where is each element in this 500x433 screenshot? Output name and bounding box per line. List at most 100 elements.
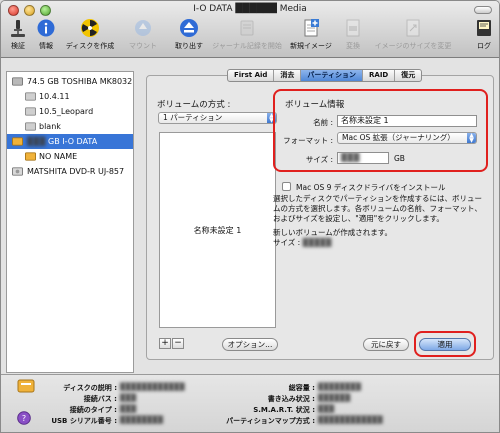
- convert-icon: [346, 19, 360, 37]
- burn-button[interactable]: ディスクを作成: [62, 18, 118, 56]
- disk-item-toshiba[interactable]: 74.5 GB TOSHIBA MK8032...: [7, 74, 133, 89]
- tab-erase[interactable]: 消去: [274, 70, 302, 81]
- disk-status-bar: ? ディスクの説明 : ████████████ 接続バス : ███ 接続のタ…: [1, 374, 499, 432]
- resize-image-icon: [406, 19, 420, 37]
- verify-button[interactable]: 検証: [5, 18, 31, 56]
- new-image-icon: [304, 19, 319, 37]
- tab-restore[interactable]: 復元: [395, 70, 421, 81]
- revert-button[interactable]: 元に戻す: [363, 338, 409, 351]
- eject-button[interactable]: 取り出す: [169, 18, 209, 56]
- disk-item-dvd-drive[interactable]: MATSHITA DVD-R UJ-857: [7, 164, 133, 179]
- new-image-button[interactable]: 新規イメージ: [288, 18, 334, 56]
- convert-label: 変換: [346, 42, 360, 50]
- new-volume-size-label: サイズ :: [273, 238, 301, 247]
- capacity-label: 総容量 :: [288, 384, 315, 392]
- tab-raid[interactable]: RAID: [363, 70, 396, 81]
- disk-description-value: ████████████: [120, 383, 185, 391]
- burn-icon: [81, 19, 99, 37]
- microscope-icon: [11, 20, 25, 37]
- burn-label: ディスクを作成: [65, 42, 115, 50]
- write-status-value: ██████: [318, 394, 351, 402]
- options-button[interactable]: オプション...: [222, 338, 278, 351]
- volume-info-title: ボリューム情報: [285, 100, 345, 110]
- optical-drive-icon: [12, 167, 23, 176]
- name-label: 名前 :: [313, 118, 333, 127]
- resize-image-label: イメージのサイズを変更: [374, 42, 452, 50]
- resize-image-button[interactable]: イメージのサイズを変更: [368, 18, 458, 56]
- add-partition-button[interactable]: +: [159, 338, 171, 349]
- partition-volume-name: 名称未設定 1: [193, 226, 242, 235]
- mount-button[interactable]: マウント: [124, 18, 162, 56]
- title-bar: I-O DATA ██████ Media 検証 情報 ディスクを作成 マウント…: [1, 1, 499, 58]
- hard-disk-icon: [12, 77, 23, 86]
- size-label: サイズ :: [305, 155, 333, 164]
- mount-icon: [135, 20, 151, 36]
- volume-item-no-name[interactable]: NO NAME: [7, 149, 133, 164]
- info-button[interactable]: 情報: [33, 18, 59, 56]
- new-volume-size-value: █████: [302, 238, 332, 247]
- disk-list[interactable]: 74.5 GB TOSHIBA MK8032... 10.4.11 10.5_L…: [6, 71, 134, 373]
- volume-item-10-5-leopard[interactable]: 10.5_Leopard: [7, 104, 133, 119]
- remove-partition-button[interactable]: −: [172, 338, 184, 349]
- log-icon: [477, 20, 491, 36]
- disk-utility-window: I-O DATA ██████ Media 検証 情報 ディスクを作成 マウント…: [0, 0, 500, 433]
- connection-bus-value: ███: [120, 394, 137, 402]
- usb-serial-label: USB シリアル番号 :: [51, 417, 117, 425]
- new-image-label: 新規イメージ: [290, 42, 332, 50]
- partition-description: 選択したディスクでパーティションを作成するには、ボリュームの方式を選択します。各…: [273, 194, 487, 248]
- volume-icon: [25, 152, 36, 161]
- new-volume-message: 新しいボリュームが作成されます。: [273, 228, 393, 237]
- write-status-label: 書き込み状況 :: [267, 395, 315, 403]
- eject-label: 取り出す: [175, 42, 203, 50]
- format-select[interactable]: Mac OS 拡張（ジャーナリング） ▲ ▼: [337, 132, 477, 144]
- connection-type-value: ███: [120, 405, 137, 413]
- info-icon: [37, 19, 55, 37]
- volume-item-10-4-11[interactable]: 10.4.11: [7, 89, 133, 104]
- usb-disk-icon: [12, 137, 23, 146]
- volume-name-field[interactable]: 名称未設定 1: [337, 115, 477, 127]
- partition-map-label: パーティションマップ方式 :: [226, 417, 315, 425]
- verify-label: 検証: [11, 42, 25, 50]
- size-field[interactable]: ███: [337, 152, 389, 164]
- chevron-updown-icon: ▲ ▼: [467, 133, 476, 143]
- tab-bar: First Aid 消去 パーティション RAID 復元: [227, 69, 423, 82]
- eject-icon: [180, 19, 198, 37]
- volume-item-blank[interactable]: blank: [7, 119, 133, 134]
- smart-status-label: S.M.A.R.T. 状況 :: [253, 406, 315, 414]
- mount-label: マウント: [129, 42, 157, 50]
- partition-layout-view[interactable]: 名称未設定 1: [159, 132, 276, 328]
- usb-disk-icon: [17, 379, 35, 393]
- volume-icon: [25, 122, 36, 131]
- format-label: フォーマット :: [283, 136, 333, 145]
- os9-driver-label: Mac OS 9 ディスクドライバをインストール: [296, 183, 446, 192]
- svg-text:?: ?: [22, 414, 26, 423]
- tab-partition[interactable]: パーティション: [301, 70, 364, 81]
- volume-icon: [25, 107, 36, 116]
- volume-scheme-select[interactable]: 1 パーティション ▲ ▼: [158, 112, 277, 124]
- tab-first-aid[interactable]: First Aid: [228, 70, 275, 81]
- connection-bus-label: 接続バス :: [83, 395, 117, 403]
- convert-button[interactable]: 変換: [340, 18, 366, 56]
- description-text: 選択したディスクでパーティションを作成するには、ボリュームの方式を選択します。各…: [273, 194, 483, 223]
- info-label: 情報: [39, 42, 53, 50]
- connection-type-label: 接続のタイプ :: [69, 406, 117, 414]
- log-button[interactable]: ログ: [471, 18, 497, 56]
- apply-button[interactable]: 適用: [419, 338, 471, 351]
- size-unit: GB: [394, 154, 405, 163]
- capacity-value: ████████: [318, 383, 362, 391]
- os9-driver-checkbox[interactable]: [282, 182, 291, 191]
- disk-item-io-data[interactable]: ███ GB I-O DATA: [7, 134, 133, 149]
- disk-description-label: ディスクの説明 :: [63, 384, 117, 392]
- volume-scheme-label: ボリュームの方式 :: [157, 100, 231, 110]
- toolbar-toggle-button[interactable]: [474, 6, 492, 14]
- usb-serial-value: ████████: [120, 416, 164, 424]
- help-icon[interactable]: ?: [17, 411, 31, 425]
- smart-status-value: ███: [318, 405, 335, 413]
- log-label: ログ: [477, 42, 491, 50]
- partition-map-value: ████████████: [318, 416, 383, 424]
- enable-journaling-button[interactable]: ジャーナル記録を開始: [208, 18, 286, 56]
- volume-icon: [25, 92, 36, 101]
- journal-icon: [240, 20, 254, 36]
- journal-label: ジャーナル記録を開始: [212, 42, 282, 50]
- window-title: I-O DATA ██████ Media: [193, 4, 307, 14]
